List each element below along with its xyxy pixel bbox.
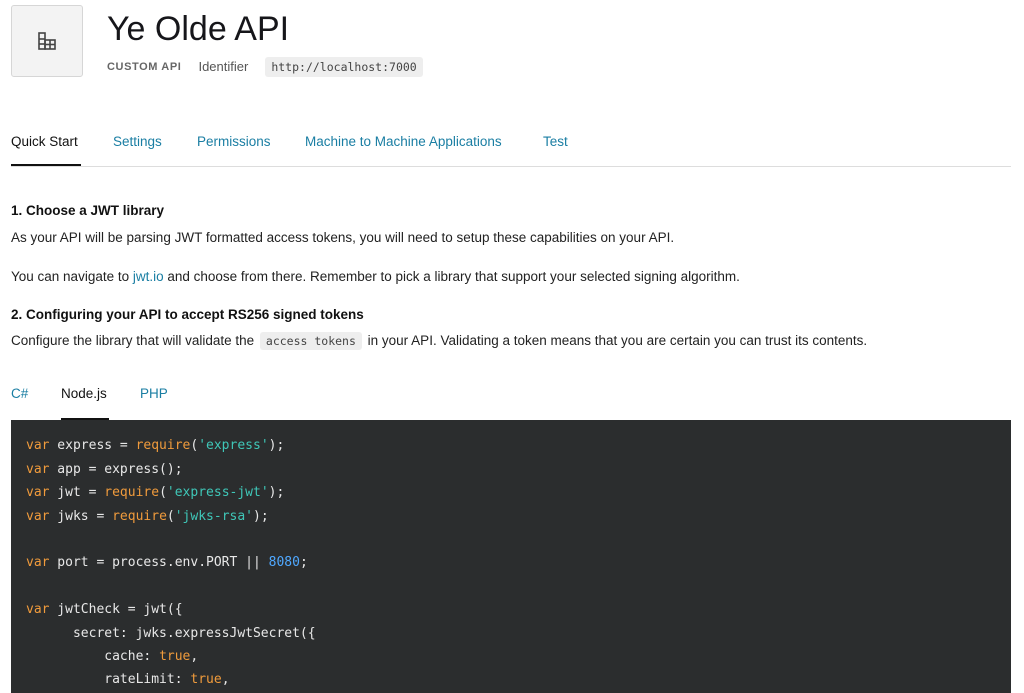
code-line-5: var port = process.env.PORT || 8080;	[26, 555, 308, 570]
api-meta-row: CUSTOM API Identifier http://localhost:7…	[107, 56, 423, 77]
code-line-7: secret: jwks.expressJwtSecret({	[26, 626, 316, 641]
jwt-io-link[interactable]: jwt.io	[133, 269, 164, 284]
page-title: Ye Olde API	[107, 10, 290, 48]
code-line-9: rateLimit: true,	[26, 672, 230, 687]
api-icon-box	[11, 5, 83, 77]
step1-paragraph: As your API will be parsing JWT formatte…	[11, 230, 675, 245]
tab-quick-start[interactable]: Quick Start	[11, 134, 78, 149]
step2-heading: 2. Configuring your API to accept RS256 …	[11, 307, 364, 322]
code-line-4: var jwks = require('jwks-rsa');	[26, 509, 269, 524]
code-tab-nodejs[interactable]: Node.js	[61, 386, 107, 401]
code-tab-php[interactable]: PHP	[140, 386, 168, 401]
code-line-1: var express = require('express');	[26, 438, 285, 453]
identifier-label: Identifier	[198, 59, 249, 74]
code-tab-csharp[interactable]: C#	[11, 386, 28, 401]
code-block[interactable]: var express = require('express'); var ap…	[11, 420, 1011, 693]
code-line-8: cache: true,	[26, 649, 199, 664]
tab-test[interactable]: Test	[543, 134, 568, 149]
step1-heading: 1. Choose a JWT library	[11, 203, 165, 218]
tab-machine-to-machine-applications[interactable]: Machine to Machine Applications	[305, 134, 502, 149]
identifier-value: http://localhost:7000	[265, 56, 423, 77]
api-type-badge: CUSTOM API	[107, 60, 182, 73]
api-quickstart-page: Ye Olde API CUSTOM API Identifier http:/…	[0, 0, 1024, 693]
code-line-6: var jwtCheck = jwt({	[26, 602, 183, 617]
building-icon	[38, 32, 56, 50]
code-line-3: var jwt = require('express-jwt');	[26, 485, 285, 500]
step1-navigate-text-before: You can navigate to	[11, 269, 133, 284]
step2-text-before: Configure the library that will validate…	[11, 333, 258, 348]
active-tab-underline	[11, 164, 81, 166]
tab-settings[interactable]: Settings	[113, 134, 162, 149]
step2-paragraph: Configure the library that will validate…	[11, 332, 868, 350]
api-tabs: Quick Start Settings Permissions Machine…	[11, 128, 1011, 167]
tab-permissions[interactable]: Permissions	[197, 134, 271, 149]
step2-text-after: in your API. Validating a token means th…	[363, 333, 868, 348]
step1-navigate-paragraph: You can navigate to jwt.io and choose fr…	[11, 269, 740, 284]
step1-navigate-text-after: and choose from there. Remember to pick …	[163, 269, 740, 284]
access-tokens-code: access tokens	[259, 332, 362, 350]
code-line-2: var app = express();	[26, 462, 183, 477]
